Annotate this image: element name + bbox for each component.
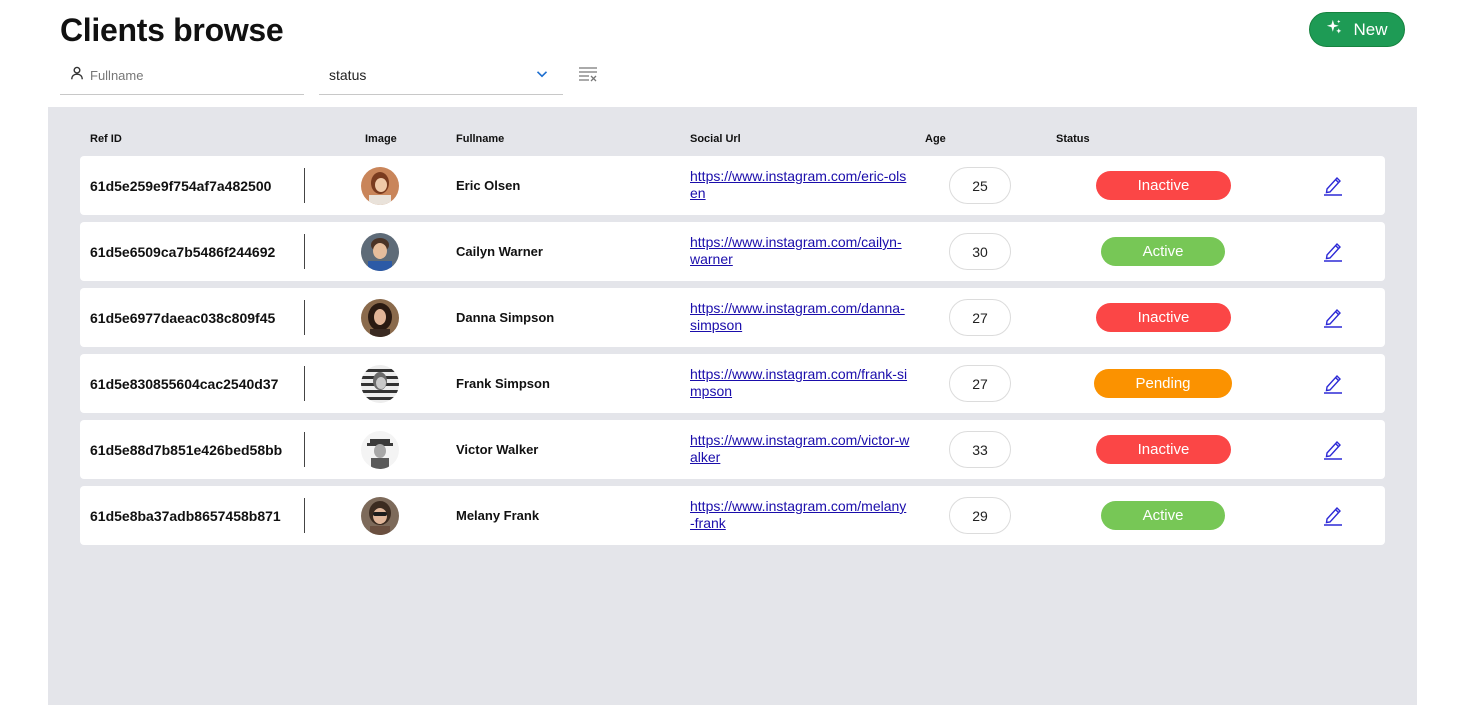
table-row[interactable]: 61d5e88d7b851e426bed58bb Victor Walker h… <box>80 420 1385 479</box>
column-header-social-url: Social Url <box>690 133 741 145</box>
age-value: 27 <box>949 365 1011 402</box>
edit-icon[interactable] <box>1323 438 1343 460</box>
table-row[interactable]: 61d5e259e9f754af7a482500 Eric Olsen http… <box>80 156 1385 215</box>
edit-icon[interactable] <box>1323 174 1343 196</box>
table-row[interactable]: 61d5e6509ca7b5486f244692 Cailyn Warner h… <box>80 222 1385 281</box>
avatar <box>361 167 399 205</box>
ref-id: 61d5e88d7b851e426bed58bb <box>90 441 283 458</box>
status-badge: Active <box>1101 237 1225 266</box>
avatar <box>361 497 399 535</box>
page-title: Clients browse <box>60 12 284 48</box>
column-header-age: Age <box>925 133 946 145</box>
status-select-value: status <box>329 67 367 83</box>
edit-icon[interactable] <box>1323 306 1343 328</box>
ref-id: 61d5e8ba37adb8657458b871 <box>90 507 281 524</box>
column-header-status: Status <box>1056 133 1090 145</box>
table-row[interactable]: 61d5e830855604cac2540d37 Frank Simpson h… <box>80 354 1385 413</box>
social-url-link[interactable]: https://www.instagram.com/victor-walker <box>690 432 910 466</box>
status-select[interactable]: status <box>319 56 563 95</box>
fullname: Melany Frank <box>456 508 540 523</box>
age-value: 25 <box>949 167 1011 204</box>
avatar <box>361 299 399 337</box>
table-row[interactable]: 61d5e8ba37adb8657458b871 Melany Frank ht… <box>80 486 1385 545</box>
fullname: Cailyn Warner <box>456 244 543 259</box>
table-header: Ref ID Image Fullname Social Url Age Sta… <box>48 133 1417 147</box>
ref-id: 61d5e830855604cac2540d37 <box>90 375 279 392</box>
sparkle-icon <box>1326 19 1343 41</box>
social-url-link[interactable]: https://www.instagram.com/danna-simpson <box>690 300 910 334</box>
status-badge: Active <box>1101 501 1225 530</box>
avatar <box>361 431 399 469</box>
ref-id: 61d5e6509ca7b5486f244692 <box>90 243 276 260</box>
social-url-link[interactable]: https://www.instagram.com/frank-simpson <box>690 366 910 400</box>
status-badge: Inactive <box>1096 303 1231 332</box>
column-header-ref-id: Ref ID <box>90 133 122 145</box>
fullname: Frank Simpson <box>456 376 550 391</box>
status-badge: Inactive <box>1096 435 1231 464</box>
fullname-input[interactable] <box>90 67 290 83</box>
row-divider <box>304 168 305 203</box>
new-button-label: New <box>1353 19 1388 39</box>
chevron-down-icon <box>535 67 549 84</box>
column-header-fullname: Fullname <box>456 133 505 145</box>
avatar <box>361 233 399 271</box>
age-value: 29 <box>949 497 1011 534</box>
age-value: 33 <box>949 431 1011 468</box>
clear-filter-icon[interactable] <box>578 64 600 84</box>
table-row[interactable]: 61d5e6977daeac038c809f45 Danna Simpson h… <box>80 288 1385 347</box>
status-badge: Inactive <box>1096 171 1231 200</box>
fullname-filter[interactable] <box>60 56 304 95</box>
status-badge: Pending <box>1094 369 1232 398</box>
edit-icon[interactable] <box>1323 504 1343 526</box>
column-header-image: Image <box>365 133 397 145</box>
new-client-button[interactable]: New <box>1309 12 1405 47</box>
ref-id: 61d5e259e9f754af7a482500 <box>90 177 272 194</box>
edit-icon[interactable] <box>1323 240 1343 262</box>
fullname: Victor Walker <box>456 442 539 457</box>
row-divider <box>304 234 305 269</box>
social-url-link[interactable]: https://www.instagram.com/cailyn-warner <box>690 234 910 268</box>
avatar <box>361 365 399 403</box>
user-icon <box>70 66 84 85</box>
row-divider <box>304 300 305 335</box>
ref-id: 61d5e6977daeac038c809f45 <box>90 309 276 326</box>
age-value: 30 <box>949 233 1011 270</box>
clients-table: Ref ID Image Fullname Social Url Age Sta… <box>48 107 1417 705</box>
row-divider <box>304 498 305 533</box>
social-url-link[interactable]: https://www.instagram.com/eric-olsen <box>690 168 910 202</box>
fullname: Eric Olsen <box>456 178 521 193</box>
age-value: 27 <box>949 299 1011 336</box>
social-url-link[interactable]: https://www.instagram.com/melany-frank <box>690 498 910 532</box>
fullname: Danna Simpson <box>456 310 555 325</box>
row-divider <box>304 366 305 401</box>
row-divider <box>304 432 305 467</box>
edit-icon[interactable] <box>1323 372 1343 394</box>
